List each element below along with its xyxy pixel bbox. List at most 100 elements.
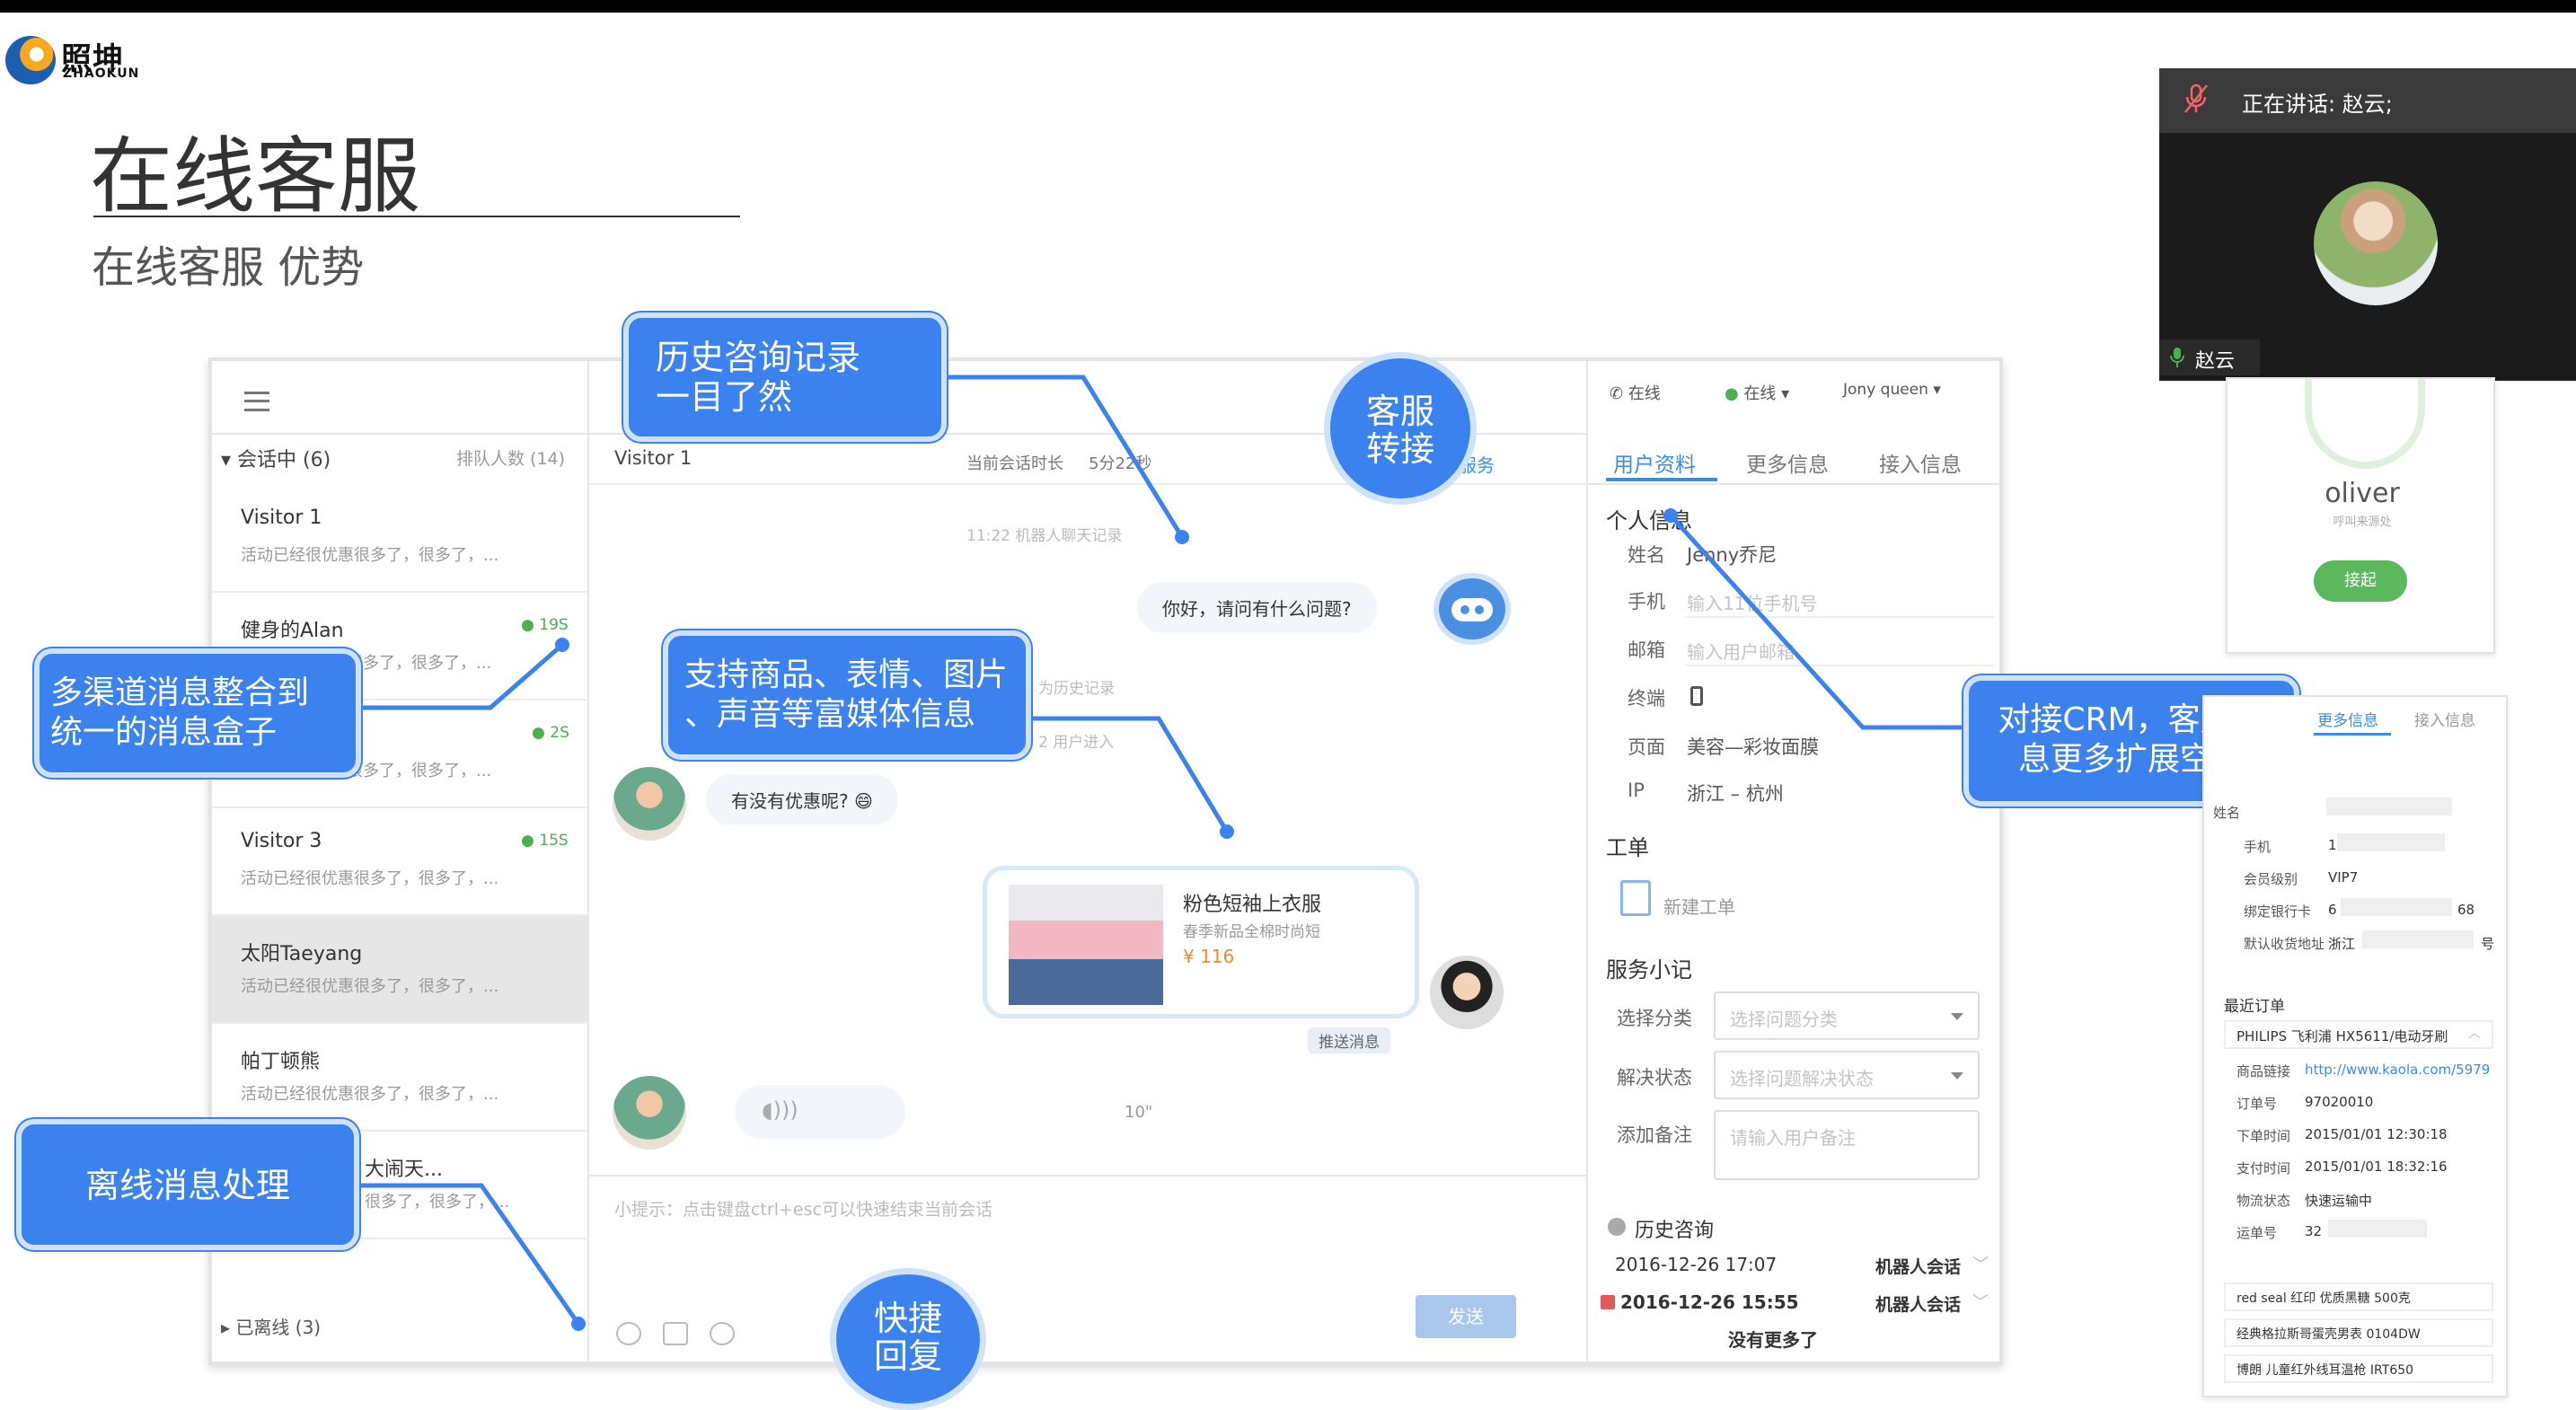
crm-label: 绑定银行卡 [2244,903,2312,920]
order-label: 物流状态 [2236,1193,2291,1209]
offline-sessions-header[interactable]: ▸ 已离线 (3) [221,1313,321,1339]
emoji-icon[interactable] [616,1322,641,1345]
personal-info-title: 个人信息 [1606,508,1692,533]
callout-history: 历史咨询记录 一目了然 [623,313,947,442]
voice-duration: 10" [1125,1103,1153,1122]
field-label: 页面 [1628,736,1665,758]
push-message-tag: 推送消息 [1308,1027,1390,1053]
wait-time: 15S [539,832,569,850]
active-tab-indicator [2314,733,2391,736]
crm-value: 浙江 [2328,936,2356,952]
history-title: 历史咨询 [1635,1220,1715,1242]
order-row[interactable]: 博朗 儿童红外线耳温枪 IRT650 [2224,1354,2493,1383]
field-label: 邮箱 [1628,639,1665,661]
agent-menu[interactable]: Jony queen ▾ [1843,381,1941,399]
phone-icon: ✆ [1610,384,1628,403]
crm-value: 6 [2328,902,2337,918]
quick-reply-icon[interactable] [710,1322,735,1345]
order-product: 经典格拉斯哥蛋壳男表 0104DW [2236,1327,2421,1342]
order-expanded[interactable]: PHILIPS 飞利浦 HX5611/电动牙刷 ︿ [2224,1020,2493,1049]
field-underline [1685,616,1994,618]
agent-avatar [1430,956,1504,1029]
crm-value: VIP7 [2328,869,2359,886]
robot-avatar [1434,573,1511,645]
callout-rich-media: 支持商品、表情、图片 、声音等富媒体信息 [663,630,1031,760]
conversation-name: 帕丁顿熊 [241,1051,321,1073]
history-type: 机器人会话 [1875,1295,1962,1315]
conversation-item[interactable]: Visitor 3 ● 15S 活动已经很优惠很多了，很多了，... [212,808,589,916]
field-underline [1685,665,1994,666]
order-row[interactable]: red seal 红印 优质黑糖 500克 [2224,1282,2493,1311]
product-link[interactable]: http://www.kaola.com/5979 [2305,1062,2490,1078]
tab-access-info[interactable]: 接入信息 [1879,447,1962,478]
category-select[interactable]: 选择问题分类 [1714,991,1980,1040]
phone-status[interactable]: ✆ 在线 [1610,381,1661,404]
visitor-avatar [613,1076,686,1150]
accept-call-button[interactable]: 接起 [2314,560,2407,602]
hamburger-menu-icon[interactable] [244,392,269,411]
active-sessions-header[interactable]: ▾ 会话中 (6) [221,444,331,472]
caller-source: 呼叫来源处 [2333,516,2392,529]
field-label: 终端 [1628,688,1665,709]
new-ticket-icon[interactable] [1620,880,1651,916]
order-label: 订单号 [2236,1096,2278,1112]
logo-mark [5,36,56,84]
page-value: 美容—彩妆面膜 [1687,736,1819,758]
input-hint[interactable]: 小提示：点击键盘ctrl+esc可以快速结束当前会话 [614,1196,992,1221]
tab-more-info[interactable]: 更多信息 [1746,447,1829,478]
send-button[interactable]: 发送 [1416,1295,1516,1338]
chevron-down-icon[interactable]: ﹀ [1972,1290,1989,1313]
crm-value: 1 [2328,837,2337,853]
status-select[interactable]: 选择问题解决状态 [1714,1051,1980,1099]
phone-field[interactable]: 输入11位手机号 [1687,589,1817,615]
voice-message-bubble[interactable]: ◖))) [735,1085,905,1139]
conversation-item-selected[interactable]: 太阳Taeyang 活动已经很优惠很多了，很多了，... [212,916,589,1024]
product-card[interactable]: 粉色短袖上衣服 春季新品全棉时尚短 ¥ 116 [983,866,1419,1018]
redacted-value [2362,930,2474,948]
conversation-item[interactable]: 帕丁顿熊 活动已经很优惠很多了，很多了，... [212,1024,589,1132]
divider [589,1175,1588,1176]
new-ticket-button[interactable]: 新建工单 [1663,893,1735,919]
chevron-up-icon[interactable]: ︿ [2468,1024,2481,1042]
ip-value: 浙江 – 杭州 [1687,783,1784,805]
order-label: 支付时间 [2236,1160,2291,1176]
system-note: 为历史记录 [1038,680,1115,698]
title-divider [93,216,740,217]
history-type: 机器人会话 [1875,1257,1962,1277]
status-label: 解决状态 [1617,1067,1692,1088]
category-placeholder: 选择问题分类 [1730,1009,1838,1030]
chat-panel: Visitor 1 当前会话时长 5分22秒 服务 11:22 机器人聊天记录 … [589,361,1588,1362]
tab-more-info[interactable]: 更多信息 [2317,708,2378,730]
caller-avatar-ring [2305,379,2425,469]
field-label: IP [1628,780,1645,801]
voice-wave-icon: ◖))) [762,1097,798,1123]
session-duration-label: 当前会话时长 [966,454,1063,473]
product-description: 春季新品全棉时尚短 [1183,923,1320,941]
cs-console-window: ▾ 会话中 (6) 排队人数 (14) Visitor 1 活动已经很优惠很多了… [208,357,2003,1365]
history-date[interactable]: 2016-12-26 17:07 [1615,1254,1777,1275]
mic-muted-icon[interactable] [2183,83,2210,115]
offline-sessions-label: 已离线 (3) [235,1317,322,1338]
order-label: 下单时间 [2236,1128,2291,1144]
history-date[interactable]: 2016-12-26 15:55 [1620,1291,1799,1313]
conversation-item[interactable]: Visitor 1 活动已经很优惠很多了，很多了，... [212,485,589,593]
tab-access-info[interactable]: 接入信息 [2414,708,2475,730]
image-icon[interactable] [663,1322,688,1345]
dropdown-caret-icon [1951,1013,1963,1020]
logo-text-en: ZHAOKUN [63,66,140,81]
crm-value-tail: 68 [2457,902,2475,918]
dropdown-caret-icon [1951,1072,1963,1080]
order-row[interactable]: 经典格拉斯哥蛋壳男表 0104DW [2224,1318,2493,1347]
tab-user-profile[interactable]: 用户资料 [1613,447,1696,478]
redacted-value [2341,898,2452,916]
callout-transfer: 客服 转接 [1324,352,1477,505]
field-label: 手机 [1628,591,1665,612]
video-header: 正在讲话: 赵云; [2159,68,2576,133]
note-textarea[interactable]: 请输入用户备注 [1714,1110,1980,1180]
chevron-down-icon[interactable]: ﹀ [1972,1252,1989,1275]
product-price: ¥ 116 [1183,946,1235,967]
chat-status[interactable]: ● 在线 ▾ [1725,381,1789,404]
email-field[interactable]: 输入用户邮箱 [1687,638,1795,664]
order-label: 商品链接 [2236,1063,2291,1080]
chat-visitor-name: Visitor 1 [614,447,693,469]
